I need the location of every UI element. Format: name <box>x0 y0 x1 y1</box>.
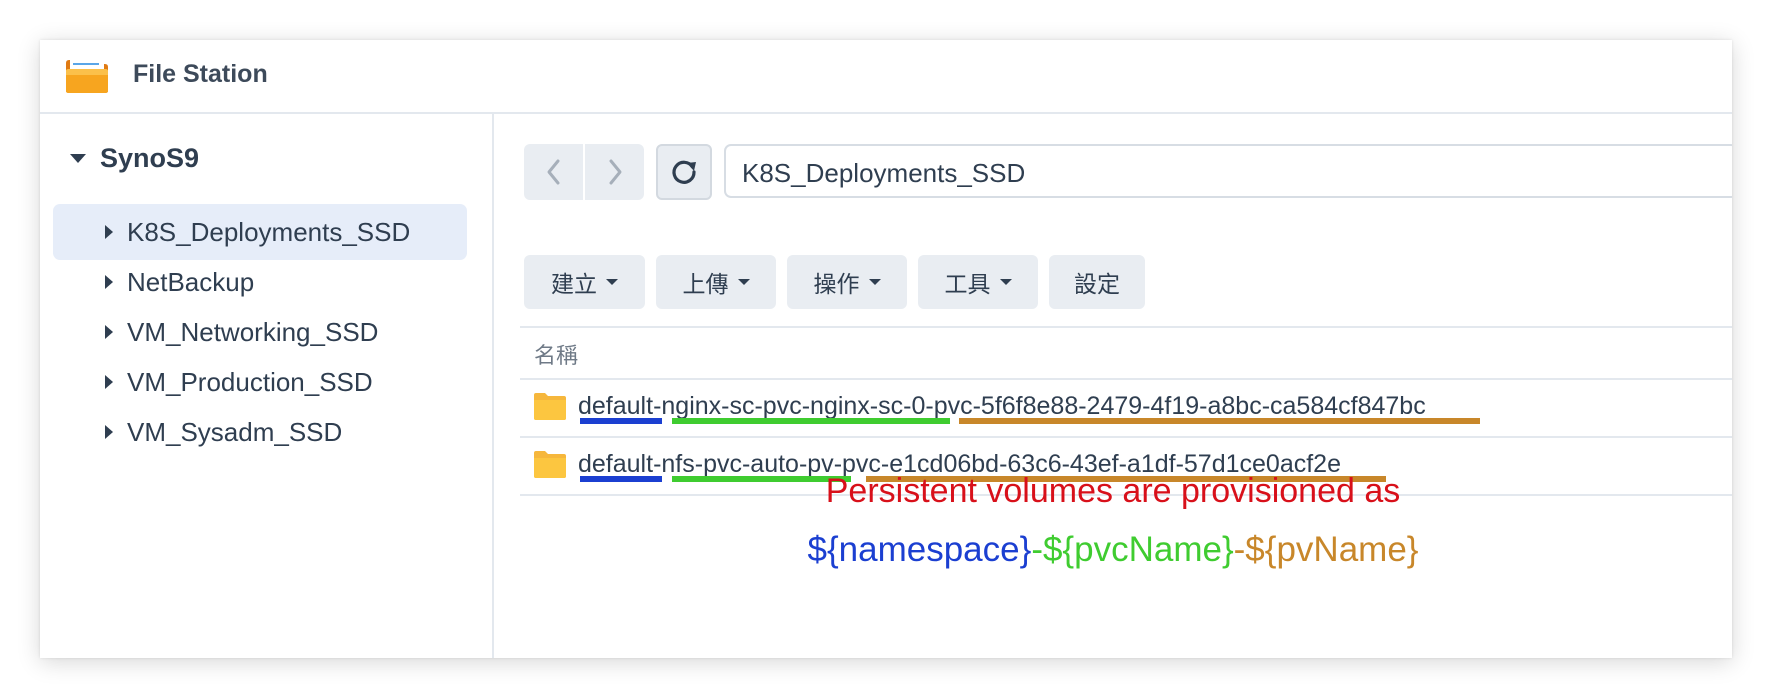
caret-right-icon[interactable] <box>105 425 113 439</box>
tools-button[interactable]: 工具 <box>918 255 1038 309</box>
file-list: 名稱 default-nginx-sc-pvc-nginx-sc-0-pvc-5… <box>520 326 1732 496</box>
namespace-segment: default <box>578 392 654 420</box>
create-button-label: 建立 <box>551 272 597 298</box>
annotation-pattern: ${namespace}-${pvcName}-${pvName} <box>494 530 1732 570</box>
folder-icon <box>534 393 566 420</box>
caret-right-icon[interactable] <box>105 275 113 289</box>
create-button[interactable]: 建立 <box>524 255 645 309</box>
pv-name-token: ${pvName} <box>1245 530 1419 569</box>
history-nav-group <box>524 144 644 200</box>
file-station-window: File Station SynoS9 K8S_Deployments_SSD … <box>40 40 1732 658</box>
sidebar-item-k8s-deployments-ssd[interactable]: K8S_Deployments_SSD <box>53 204 467 260</box>
dropdown-caret-icon <box>999 279 1012 285</box>
app-title: File Station <box>133 60 268 88</box>
tools-button-label: 工具 <box>944 272 991 298</box>
dropdown-caret-icon <box>606 279 618 285</box>
back-button[interactable] <box>524 144 583 200</box>
action-button-label: 操作 <box>813 272 860 298</box>
separator: - <box>925 392 934 420</box>
upload-button-label: 上傳 <box>682 272 729 298</box>
sidebar-item-label: NetBackup <box>127 266 255 297</box>
sidebar-item-vm-production-ssd[interactable]: VM_Production_SSD <box>53 354 467 410</box>
caret-right-icon[interactable] <box>105 375 113 389</box>
sidebar-item-label: K8S_Deployments_SSD <box>127 216 411 247</box>
table-row[interactable]: default-nginx-sc-pvc-nginx-sc-0-pvc-5f6f… <box>520 380 1732 438</box>
sidebar-item-label: VM_Networking_SSD <box>127 316 379 347</box>
separator: - <box>1031 530 1043 569</box>
main-panel: K8S_Deployments_SSD 建立 上傳 操作 工具 設定 名稱 de… <box>494 114 1732 658</box>
pv-segment: pvc-5f6f8e88-2479-4f19-a8bc-ca584cf847bc <box>933 392 1426 420</box>
sidebar-item-netbackup[interactable]: NetBackup <box>53 254 467 310</box>
sidebar-item-label: VM_Sysadm_SSD <box>127 416 343 447</box>
settings-button-label: 設定 <box>1074 272 1120 298</box>
caret-right-icon[interactable] <box>105 225 113 239</box>
tree-root-label: SynoS9 <box>100 142 200 173</box>
file-station-app-icon <box>66 59 108 93</box>
caret-down-icon[interactable] <box>70 153 86 163</box>
dropdown-caret-icon <box>737 279 750 285</box>
action-button[interactable]: 操作 <box>787 255 907 309</box>
sidebar-item-vm-sysadm-ssd[interactable]: VM_Sysadm_SSD <box>53 404 467 460</box>
dropdown-caret-icon <box>868 279 881 285</box>
sidebar-item-label: VM_Production_SSD <box>127 366 373 397</box>
tree-root-synos9[interactable]: SynoS9 <box>70 140 199 176</box>
pvc-underline <box>672 418 950 424</box>
namespace-token: ${namespace} <box>807 530 1032 569</box>
namespace-underline <box>580 418 662 424</box>
settings-button[interactable]: 設定 <box>1049 255 1145 309</box>
path-bar[interactable]: K8S_Deployments_SSD <box>724 144 1732 198</box>
refresh-button[interactable] <box>656 144 712 200</box>
current-path: K8S_Deployments_SSD <box>742 158 1026 188</box>
pvc-segment: nginx-sc-pvc-nginx-sc-0 <box>661 392 926 420</box>
chevron-right-icon <box>609 159 621 185</box>
sidebar-tree: SynoS9 K8S_Deployments_SSD NetBackup VM_… <box>40 114 494 658</box>
chevron-left-icon <box>547 159 559 185</box>
file-list-header: 名稱 <box>520 326 1732 380</box>
pvc-name-token: ${pvcName} <box>1042 530 1234 569</box>
upload-button[interactable]: 上傳 <box>656 255 776 309</box>
caret-right-icon[interactable] <box>105 325 113 339</box>
annotation-title: Persistent volumes are provisioned as <box>825 472 1401 510</box>
separator: - <box>1233 530 1246 569</box>
column-header-name[interactable]: 名稱 <box>534 338 578 370</box>
title-bar: File Station <box>40 40 1732 114</box>
sidebar-item-vm-networking-ssd[interactable]: VM_Networking_SSD <box>53 304 467 360</box>
file-name: default-nginx-sc-pvc-nginx-sc-0-pvc-5f6f… <box>578 392 1426 421</box>
refresh-icon <box>672 160 696 184</box>
pv-underline <box>959 418 1480 424</box>
forward-button[interactable] <box>585 144 644 200</box>
